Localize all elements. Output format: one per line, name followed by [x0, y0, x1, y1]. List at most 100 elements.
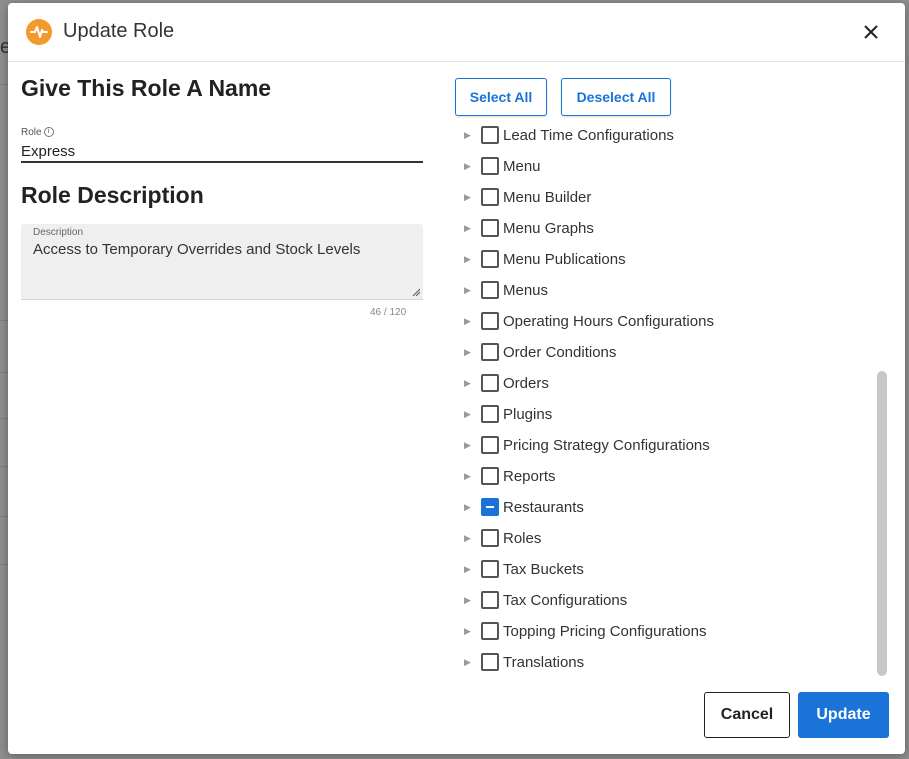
cancel-button[interactable]: Cancel [704, 692, 790, 738]
permission-label: Plugins [503, 406, 553, 423]
info-icon[interactable]: i [43, 127, 54, 137]
permission-label: Reports [503, 468, 556, 485]
expand-caret-icon[interactable]: ▶ [464, 564, 471, 575]
permission-checkbox[interactable] [481, 250, 499, 268]
permission-label: Menu Graphs [503, 220, 594, 237]
expand-caret-icon[interactable]: ▶ [464, 626, 471, 637]
permission-label: Menus [503, 282, 549, 299]
expand-caret-icon[interactable]: ▶ [464, 595, 471, 606]
permission-row[interactable]: ▶ Roles [455, 523, 875, 554]
permission-checkbox[interactable] [481, 591, 499, 609]
expand-caret-icon[interactable]: ▶ [464, 409, 471, 420]
permission-checkbox[interactable] [481, 653, 499, 671]
permission-checkbox[interactable] [481, 219, 499, 237]
permission-label: Topping Pricing Configurations [503, 623, 707, 640]
pulse-icon [26, 19, 52, 45]
scrollbar-thumb[interactable] [877, 371, 887, 676]
permission-checkbox[interactable] [481, 467, 499, 485]
permission-checkbox[interactable] [481, 374, 499, 392]
close-icon[interactable] [860, 21, 882, 43]
role-name-input[interactable] [21, 141, 423, 163]
backdrop-divider [0, 320, 8, 321]
expand-caret-icon[interactable]: ▶ [464, 378, 471, 389]
character-counter: 46 / 120 [370, 307, 407, 318]
permission-row[interactable]: ▶ Tax Buckets [455, 554, 875, 585]
expand-caret-icon[interactable]: ▶ [464, 657, 471, 668]
permission-checkbox[interactable] [481, 529, 499, 547]
permission-label: Tax Buckets [503, 561, 584, 578]
permission-label: Restaurants [503, 499, 584, 516]
permission-checkbox[interactable] [481, 498, 499, 516]
permission-checkbox[interactable] [481, 405, 499, 423]
dialog-header: Update Role [8, 3, 905, 62]
backdrop-divider [0, 516, 8, 517]
backdrop-divider [0, 372, 8, 373]
permission-checkbox[interactable] [481, 436, 499, 454]
description-field[interactable]: Description Access to Temporary Override… [21, 224, 423, 300]
permission-row[interactable]: ▶ Order Conditions [455, 337, 875, 368]
backdrop-divider [0, 564, 8, 565]
role-label: Role i [21, 127, 54, 138]
permission-checkbox[interactable] [481, 188, 499, 206]
expand-caret-icon[interactable]: ▶ [464, 440, 471, 451]
permission-row[interactable]: ▶ Pricing Strategy Configurations [455, 430, 875, 461]
backdrop-divider [0, 466, 8, 467]
permission-row[interactable]: ▶ Menu Builder [455, 182, 875, 213]
permission-label: Orders [503, 375, 549, 392]
expand-caret-icon[interactable]: ▶ [464, 471, 471, 482]
deselect-all-button[interactable]: Deselect All [561, 78, 671, 116]
permission-checkbox[interactable] [481, 312, 499, 330]
permission-checkbox[interactable] [481, 343, 499, 361]
permission-label: Pricing Strategy Configurations [503, 437, 710, 454]
permission-label: Menu Publications [503, 251, 626, 268]
permission-label: Lead Time Configurations [503, 127, 674, 144]
permission-label: Menu Builder [503, 189, 592, 206]
permission-row[interactable]: ▶ Menus [455, 275, 875, 306]
select-all-button[interactable]: Select All [455, 78, 547, 116]
permission-checkbox[interactable] [481, 126, 499, 144]
permission-row[interactable]: ▶ Lead Time Configurations [455, 120, 875, 151]
permission-row[interactable]: ▶ Restaurants [455, 492, 875, 523]
expand-caret-icon[interactable]: ▶ [464, 316, 471, 327]
role-details-panel: Give This Role A Name Rolei Role Descrip… [21, 75, 424, 318]
name-heading: Give This Role A Name [21, 75, 272, 101]
permission-row[interactable]: ▶ Plugins [455, 399, 875, 430]
expand-caret-icon[interactable]: ▶ [464, 502, 471, 513]
expand-caret-icon[interactable]: ▶ [464, 285, 471, 296]
backdrop-divider [0, 84, 8, 85]
permission-checkbox[interactable] [481, 157, 499, 175]
permission-label: Menu [503, 158, 541, 175]
description-heading: Role Description [21, 182, 204, 208]
expand-caret-icon[interactable]: ▶ [464, 223, 471, 234]
description-textarea[interactable]: Access to Temporary Overrides and Stock … [33, 241, 413, 293]
description-label: Description [33, 227, 84, 238]
permission-row[interactable]: ▶ Menu [455, 151, 875, 182]
permission-row[interactable]: ▶ Reports [455, 461, 875, 492]
expand-caret-icon[interactable]: ▶ [464, 533, 471, 544]
permission-label: Tax Configurations [503, 592, 628, 609]
expand-caret-icon[interactable]: ▶ [464, 130, 471, 141]
expand-caret-icon[interactable]: ▶ [464, 192, 471, 203]
permission-checkbox[interactable] [481, 622, 499, 640]
permission-label: Order Conditions [503, 344, 617, 361]
permission-row[interactable]: ▶ Operating Hours Configurations [455, 306, 875, 337]
role-label-text: Role [21, 127, 42, 138]
update-role-dialog: Update Role Give This Role A Name Role i … [8, 3, 905, 754]
permission-row[interactable]: ▶ Menu Publications [455, 244, 875, 275]
permission-row[interactable]: ▶ Translations [455, 647, 875, 678]
permission-row[interactable]: ▶ Orders [455, 368, 875, 399]
expand-caret-icon[interactable]: ▶ [464, 161, 471, 172]
permission-label: Roles [503, 530, 542, 547]
dialog-title: Update Role [63, 20, 175, 42]
backdrop-text-fragment: e [0, 36, 8, 58]
update-button[interactable]: Update [798, 692, 889, 738]
expand-caret-icon[interactable]: ▶ [464, 254, 471, 265]
permission-checkbox[interactable] [481, 281, 499, 299]
permission-row[interactable]: ▶ Topping Pricing Configurations [455, 616, 875, 647]
permission-row[interactable]: ▶ Menu Graphs [455, 213, 875, 244]
permission-checkbox[interactable] [481, 560, 499, 578]
resize-grip-icon[interactable] [412, 288, 420, 296]
permission-label: Translations [503, 654, 585, 671]
expand-caret-icon[interactable]: ▶ [464, 347, 471, 358]
permission-row[interactable]: ▶ Tax Configurations [455, 585, 875, 616]
